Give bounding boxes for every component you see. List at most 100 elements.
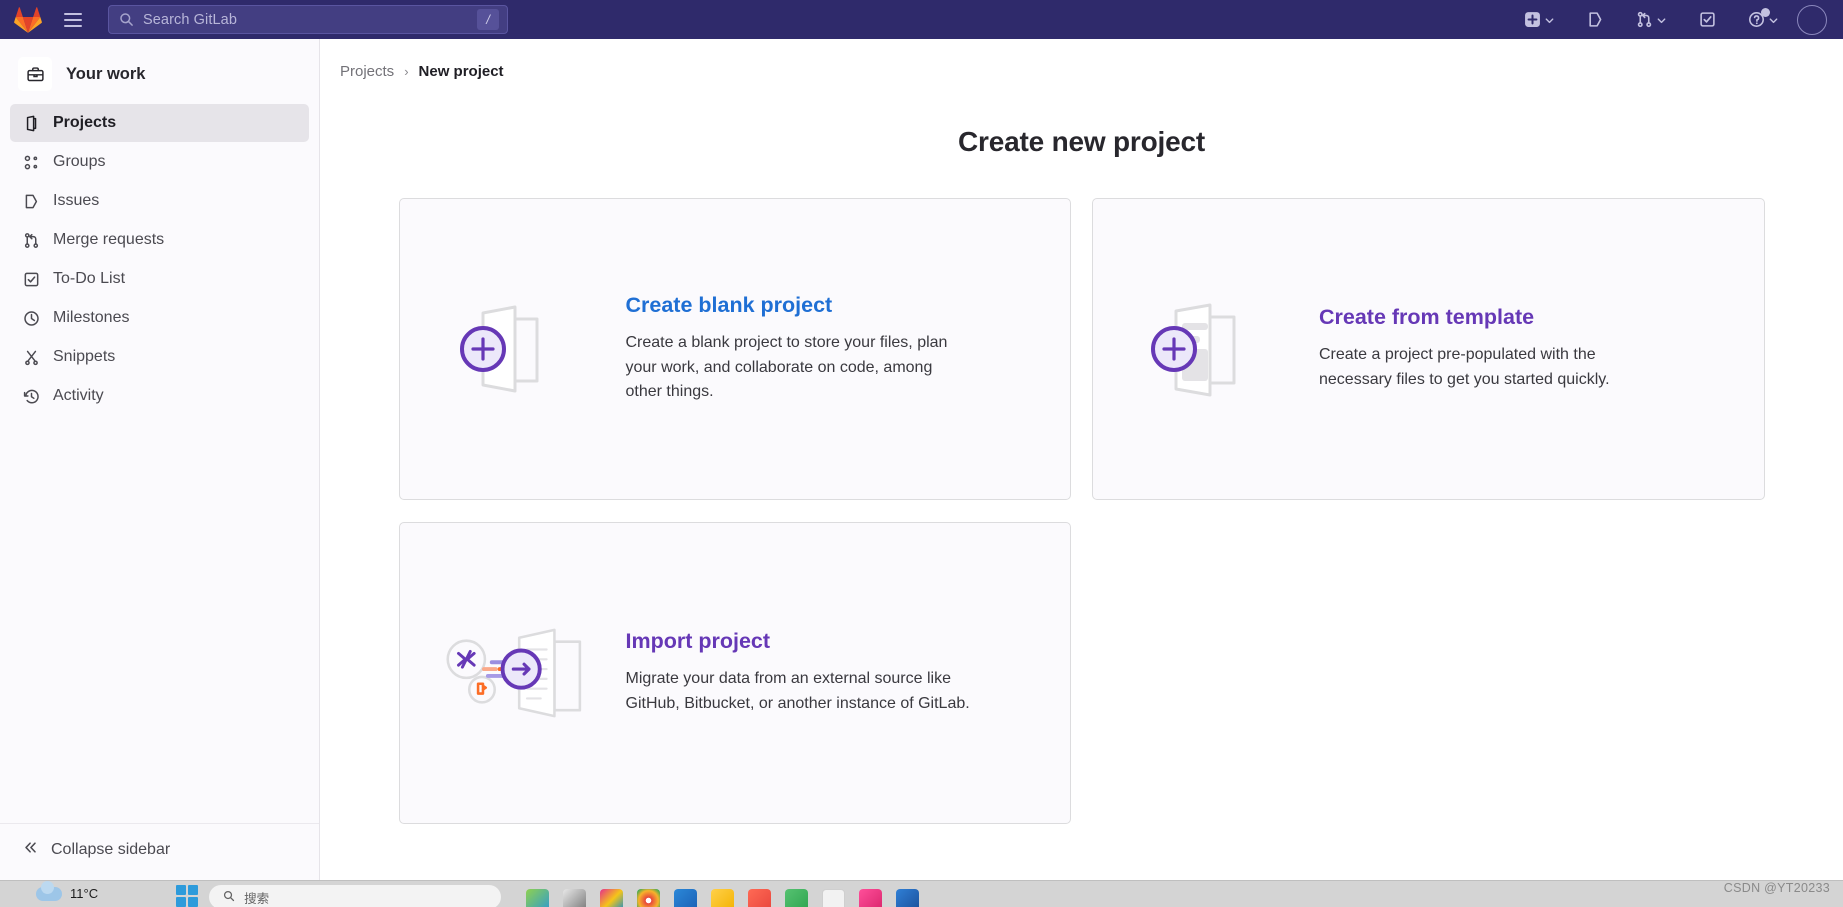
windows-taskbar: 11°C 搜索	[0, 880, 1843, 907]
sidebar-item-milestones[interactable]: Milestones	[10, 299, 309, 337]
taskbar-app-icon-store[interactable]	[600, 889, 624, 907]
card-title: Create from template	[1319, 305, 1535, 330]
merge-requests-button[interactable]	[1631, 4, 1671, 36]
breadcrumb-current: New project	[418, 63, 504, 80]
sidebar-item-label: Projects	[53, 114, 117, 131]
sidebar-item-todo-list[interactable]: To-Do List	[10, 260, 309, 298]
issues-icon	[22, 192, 40, 210]
gitlab-fox-logo[interactable]	[14, 6, 42, 34]
sidebar-item-label: Activity	[53, 387, 104, 404]
create-blank-project-card[interactable]: Create blank project Create a blank proj…	[398, 198, 1071, 500]
taskbar-app-icon-file-explorer[interactable]	[711, 889, 735, 907]
milestones-icon	[22, 309, 40, 327]
import-project-illustration	[434, 614, 622, 732]
sidebar-item-projects[interactable]: Projects	[10, 104, 309, 142]
taskbar-temperature: 11°C	[70, 886, 99, 901]
search-placeholder: Search GitLab	[143, 11, 237, 28]
taskbar-app-icon-wechat[interactable]	[785, 889, 809, 907]
taskbar-search-placeholder: 搜索	[244, 891, 270, 906]
content-wrapper: Create new project Create blank project …	[320, 126, 1843, 824]
briefcase-icon	[18, 57, 52, 91]
taskbar-app-icon-explorer-alt[interactable]	[563, 889, 587, 907]
card-text-body: Create blank project Create a blank proj…	[622, 293, 1053, 405]
merge-requests-icon	[1636, 11, 1653, 28]
hamburger-menu-icon[interactable]	[58, 5, 88, 35]
search-shortcut-key: /	[477, 9, 499, 30]
sidebar-item-snippets[interactable]: Snippets	[10, 338, 309, 376]
sidebar: Your work Projects Groups Issues Merge r…	[0, 39, 320, 880]
sidebar-item-merge-requests[interactable]: Merge requests	[10, 221, 309, 259]
main-content: Projects › New project Create new projec…	[320, 39, 1843, 880]
taskbar-search-input[interactable]: 搜索	[209, 885, 502, 907]
card-text-body: Create from template Create a project pr…	[1315, 305, 1746, 393]
taskbar-weather-widget[interactable]: 11°C	[0, 881, 98, 901]
template-project-illustration	[1127, 289, 1315, 409]
taskbar-app-icon-outlook[interactable]	[896, 889, 920, 907]
breadcrumb-projects-link[interactable]: Projects	[340, 63, 394, 80]
todo-list-icon	[22, 270, 40, 288]
search-icon	[119, 12, 134, 27]
page-title: Create new project	[958, 126, 1205, 157]
avatar[interactable]	[1797, 4, 1827, 35]
chevron-double-left-icon	[22, 839, 39, 861]
help-button[interactable]	[1743, 4, 1783, 36]
sidebar-context-label: Your work	[66, 64, 146, 83]
card-title: Create blank project	[625, 292, 833, 317]
watermark: CSDN @YT20233	[1723, 881, 1830, 895]
sidebar-footer: Collapse sidebar	[0, 823, 319, 880]
breadcrumb: Projects › New project	[320, 39, 1843, 80]
snippets-icon	[22, 348, 40, 366]
cloud-icon	[36, 881, 62, 901]
blank-project-illustration	[434, 289, 622, 409]
sidebar-item-label: Milestones	[53, 309, 130, 326]
card-text-body: Import project Migrate your data from an…	[622, 629, 1053, 717]
project-type-card-grid: Create blank project Create a blank proj…	[398, 198, 1765, 824]
collapse-sidebar-label: Collapse sidebar	[51, 841, 171, 858]
sidebar-item-groups[interactable]: Groups	[10, 143, 309, 181]
issues-button[interactable]	[1581, 4, 1609, 36]
help-notification-dot	[1761, 7, 1770, 17]
taskbar-app-icon-widgets[interactable]	[526, 889, 550, 907]
sidebar-context-switcher[interactable]: Your work	[10, 50, 309, 98]
create-from-template-card[interactable]: Create from template Create a project pr…	[1092, 198, 1765, 500]
todo-list-icon	[1699, 11, 1716, 28]
taskbar-app-icon-music[interactable]	[859, 889, 883, 907]
sidebar-item-label: To-Do List	[53, 270, 126, 287]
taskbar-center-group: 搜索	[176, 881, 920, 907]
issues-icon	[1587, 11, 1604, 28]
sidebar-item-label: Snippets	[53, 348, 116, 365]
sidebar-nav-list: Projects Groups Issues Merge requests To	[10, 104, 309, 415]
card-description: Create a project pre-populated with the …	[1319, 346, 1610, 388]
chevron-down-icon	[1544, 15, 1554, 25]
card-title: Import project	[625, 629, 771, 654]
sidebar-item-issues[interactable]: Issues	[10, 182, 309, 220]
windows-start-icon[interactable]	[176, 885, 199, 907]
chevron-down-icon	[1768, 15, 1778, 25]
create-new-icon	[1524, 11, 1541, 28]
chevron-down-icon	[1656, 15, 1666, 25]
taskbar-app-icon-chrome[interactable]	[637, 889, 661, 907]
taskbar-app-icon-edge[interactable]	[674, 889, 698, 907]
search-input[interactable]: Search GitLab /	[108, 5, 508, 34]
todo-list-button[interactable]	[1693, 4, 1721, 36]
top-navbar: Search GitLab /	[0, 0, 1843, 39]
sidebar-item-label: Groups	[53, 153, 106, 170]
import-project-card[interactable]: Import project Migrate your data from an…	[398, 522, 1071, 824]
search-icon	[223, 890, 235, 905]
sidebar-item-label: Merge requests	[53, 231, 165, 248]
groups-icon	[22, 153, 40, 171]
sidebar-item-label: Issues	[53, 192, 100, 209]
taskbar-app-icon-active-window[interactable]	[822, 889, 846, 907]
taskbar-app-icons	[526, 885, 920, 907]
collapse-sidebar-button[interactable]: Collapse sidebar	[10, 832, 309, 868]
projects-icon	[22, 114, 40, 132]
card-description: Migrate your data from an external sourc…	[625, 670, 970, 712]
activity-icon	[22, 387, 40, 405]
navbar-actions	[1519, 4, 1827, 36]
create-new-button[interactable]	[1519, 4, 1559, 36]
breadcrumb-separator: ›	[404, 64, 409, 79]
sidebar-item-activity[interactable]: Activity	[10, 377, 309, 415]
taskbar-app-icon-opera[interactable]	[748, 889, 772, 907]
merge-requests-icon	[22, 231, 40, 249]
card-description: Create a blank project to store your fil…	[625, 333, 948, 401]
